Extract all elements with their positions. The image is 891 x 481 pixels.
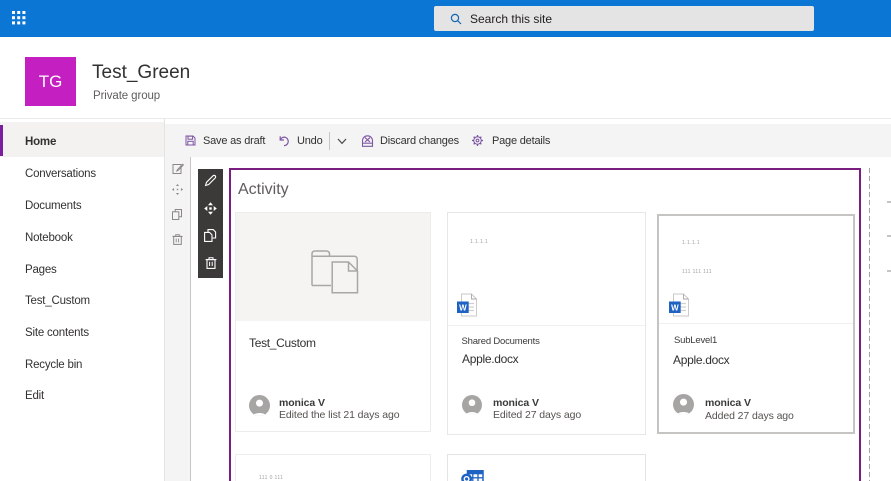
svg-text:W: W — [459, 303, 467, 312]
svg-text:W: W — [671, 303, 679, 312]
